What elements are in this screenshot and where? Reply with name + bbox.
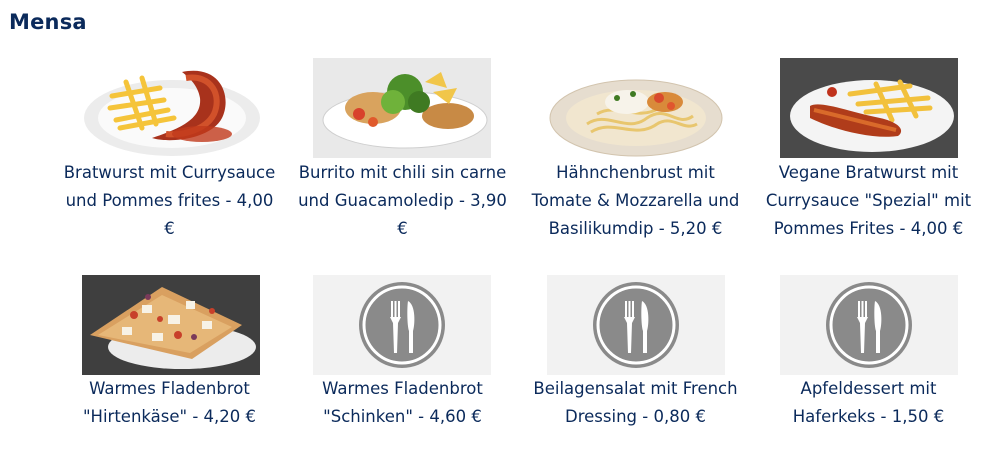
fork-knife-placeholder-icon[interactable] bbox=[313, 275, 491, 375]
bratwurst-fries-photo[interactable] bbox=[82, 58, 260, 158]
menu-item-label: Warmes Fladenbrot "Schinken" - 4,60 € bbox=[322, 379, 483, 426]
fork-knife-placeholder-icon[interactable] bbox=[780, 275, 958, 375]
fork-knife-placeholder-icon[interactable] bbox=[547, 275, 725, 375]
burrito-salad-photo[interactable] bbox=[313, 58, 491, 158]
vegan-bratwurst-photo[interactable] bbox=[780, 58, 958, 158]
chicken-pasta-photo[interactable] bbox=[547, 58, 725, 158]
flatbread-feta-photo[interactable] bbox=[82, 275, 260, 375]
menu-item-label: Hähnchenbrust mit Tomate & Mozzarella un… bbox=[531, 163, 740, 238]
menu-item-label: Bratwurst mit Currysauce und Pommes frit… bbox=[63, 163, 276, 238]
menu-item-label: Beilagensalat mit French Dressing - 0,80… bbox=[533, 379, 738, 426]
menu-item-label: Warmes Fladenbrot "Hirtenkäse" - 4,20 € bbox=[82, 379, 257, 426]
menu-item-label: Vegane Bratwurst mit Currysauce "Spezial… bbox=[765, 163, 972, 238]
menu-item-label: Apfeldessert mit Haferkeks - 1,50 € bbox=[792, 379, 945, 426]
menu-item-label: Burrito mit chili sin carne und Guacamol… bbox=[298, 163, 507, 238]
page-title: Mensa bbox=[9, 10, 87, 34]
